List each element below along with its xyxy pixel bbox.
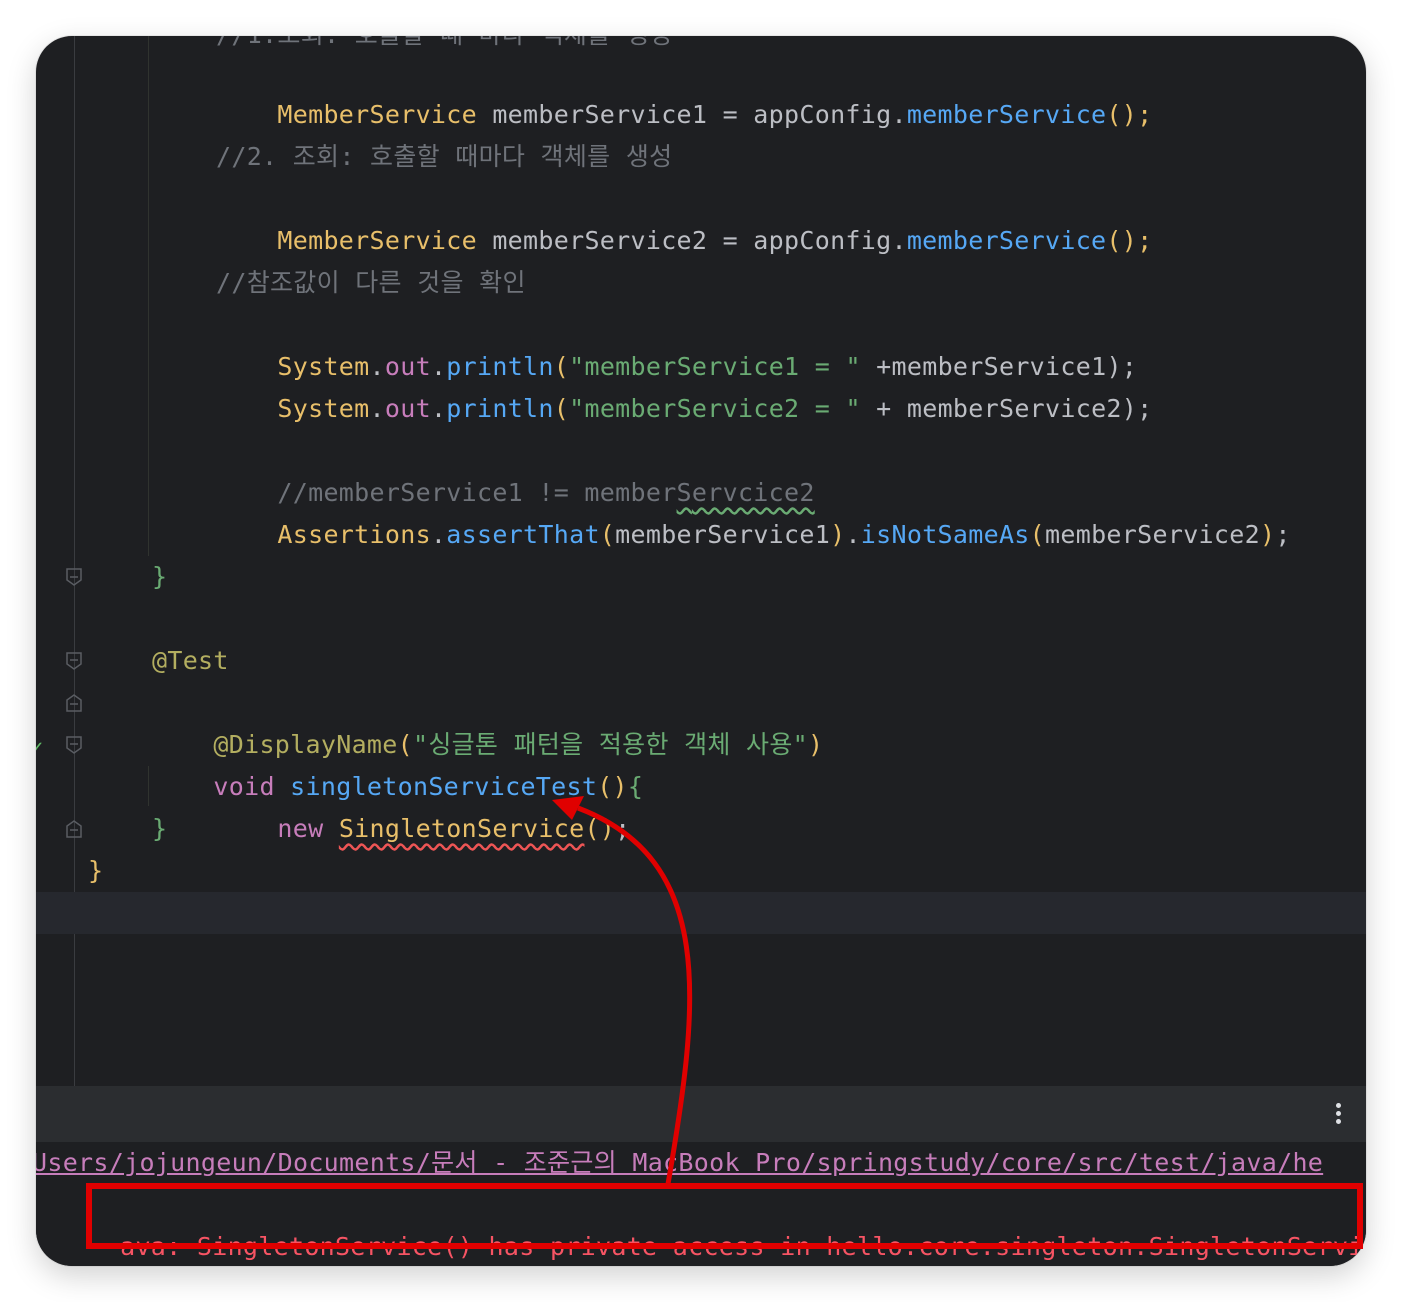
closing-brace: } [152, 814, 168, 843]
type-name: MemberService [277, 226, 477, 255]
fold-start-icon[interactable] [66, 652, 82, 670]
method-call: isNotSameAs [860, 520, 1030, 549]
code-text: ); [1121, 394, 1153, 423]
error-message: SingletonService() has private access in… [196, 1232, 1366, 1261]
code-line[interactable]: Assertions.assertThat(memberService1).is… [216, 472, 1291, 549]
method-call: memberService [906, 226, 1107, 255]
code-text: + memberService2 [860, 394, 1122, 423]
fold-start-icon[interactable] [66, 736, 82, 754]
code-comment: //참조값이 다른 것을 확인 [216, 268, 526, 297]
code-line[interactable]: @DisplayName("싱글톤 패턴을 적용한 객체 사용") [152, 682, 823, 759]
code-editor-window: //1.조회: 호출할 때 마다 객체를 생성 MemberService me… [36, 36, 1366, 1266]
more-options-icon[interactable] [1328, 1100, 1348, 1128]
field-name: out [384, 394, 431, 423]
annotation-test: @Test [152, 646, 229, 675]
string-literal: "memberService2 = " [569, 394, 861, 423]
code-line-error[interactable]: new SingletonService(); [216, 766, 631, 843]
type-name: MemberService [277, 100, 477, 129]
fold-end-icon[interactable] [66, 568, 82, 586]
current-line-highlight [36, 892, 1366, 934]
method-call: println [446, 394, 554, 423]
class-name: System [277, 394, 370, 423]
indent-guide [148, 36, 149, 556]
method-call: memberService [906, 100, 1107, 129]
code-line[interactable]: MemberService memberService2 = appConfig… [216, 178, 1152, 255]
panel-toolbar [36, 1086, 1366, 1142]
indent-guide [148, 766, 149, 806]
code-line[interactable]: System.out.println("memberService2 = " +… [216, 346, 1153, 423]
code-comment: //memberService1 != memberServcice2 [216, 430, 815, 507]
argument: memberService2 [1045, 520, 1260, 549]
class-closing-brace: } [88, 856, 104, 885]
code-line[interactable]: System.out.println("memberService1 = " +… [216, 304, 1137, 381]
singleton-class-error: SingletonService [338, 814, 585, 843]
fold-end-icon[interactable] [66, 694, 82, 712]
code-text: (); [1106, 226, 1153, 255]
code-text: memberService2 = appConfig. [476, 226, 907, 255]
code-line[interactable]: void singletonServiceTest(){ [152, 724, 643, 801]
class-name: Assertions [277, 520, 431, 549]
closing-brace: } [152, 562, 168, 591]
argument: memberService1 [615, 520, 831, 549]
code-line[interactable]: MemberService memberService1 = appConfig… [216, 52, 1152, 129]
error-file-path-link[interactable]: Users/jojungeun/Documents/문서 - 조준근의 MacB… [36, 1142, 1323, 1184]
keyword-new: new [277, 814, 324, 843]
code-text: (); [1106, 100, 1153, 129]
run-test-icon[interactable]: ✓ [36, 736, 43, 761]
code-text: ; [1275, 520, 1291, 549]
error-message-line: ava: SingletonService() has private acce… [36, 1184, 1366, 1266]
build-output-panel: Users/jojungeun/Documents/문서 - 조준근의 MacB… [36, 1086, 1366, 1266]
code-text: memberService1 = appConfig. [476, 100, 907, 129]
fold-end-icon[interactable] [66, 820, 82, 838]
error-prefix: ava: [120, 1232, 197, 1261]
code-comment: //2. 조회: 호출할 때마다 객체를 생성 [216, 142, 673, 171]
method-call: assertThat [446, 520, 600, 549]
